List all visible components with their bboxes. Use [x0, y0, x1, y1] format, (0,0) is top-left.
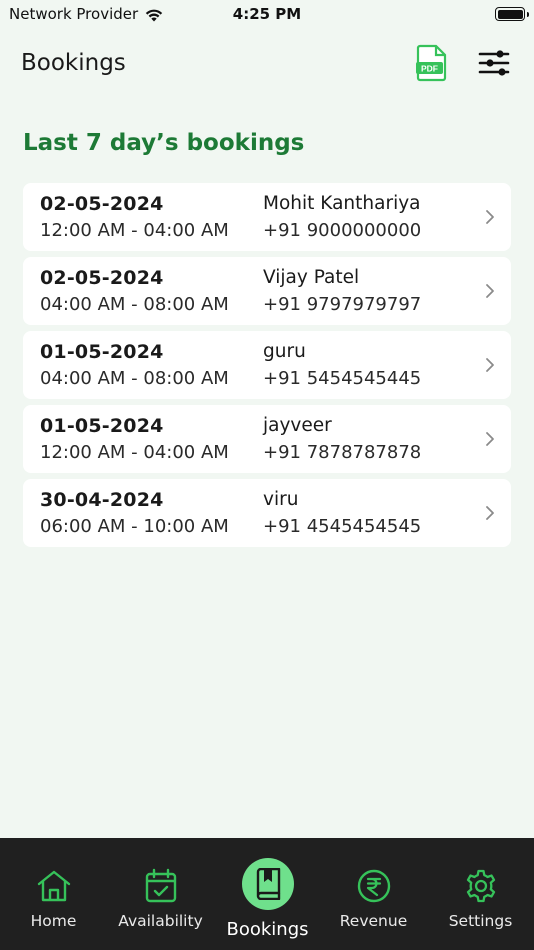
booking-time: 06:00 AM - 10:00 AM [40, 516, 229, 537]
customer-phone: +91 4545454545 [263, 516, 422, 537]
customer-name: guru [263, 341, 306, 362]
tab-settings[interactable]: Settings [427, 838, 534, 950]
calendar-check-icon [141, 866, 181, 906]
rupee-icon [354, 866, 394, 906]
booking-card[interactable]: 02-05-2024 12:00 AM - 04:00 AM Mohit Kan… [23, 183, 511, 251]
booking-date: 30-04-2024 [40, 489, 164, 511]
booking-card[interactable]: 02-05-2024 04:00 AM - 08:00 AM Vijay Pat… [23, 257, 511, 325]
export-pdf-button[interactable]: PDF [414, 44, 450, 82]
status-time: 4:25 PM [232, 5, 302, 23]
status-bar: Network Provider 4:25 PM [0, 0, 534, 28]
tab-label: Revenue [339, 912, 408, 930]
tab-availability[interactable]: Availability [107, 838, 214, 950]
filter-button[interactable] [476, 46, 512, 80]
customer-phone: +91 9000000000 [263, 220, 422, 241]
booking-date: 02-05-2024 [40, 267, 164, 289]
tab-label: Settings [448, 912, 513, 930]
customer-name: viru [263, 489, 299, 510]
tab-revenue[interactable]: Revenue [320, 838, 427, 950]
booking-card[interactable]: 01-05-2024 04:00 AM - 08:00 AM guru +91 … [23, 331, 511, 399]
booking-card[interactable]: 01-05-2024 12:00 AM - 04:00 AM jayveer +… [23, 405, 511, 473]
booking-time: 04:00 AM - 08:00 AM [40, 368, 229, 389]
pdf-file-icon: PDF [416, 44, 447, 82]
tab-label: Home [30, 912, 77, 930]
customer-phone: +91 5454545445 [263, 368, 422, 389]
booking-date: 02-05-2024 [40, 193, 164, 215]
pdf-icon-text: PDF [421, 64, 438, 74]
chevron-right-icon [486, 284, 494, 298]
booking-date: 01-05-2024 [40, 415, 164, 437]
tab-label: Bookings [226, 919, 309, 940]
chevron-right-icon [486, 506, 494, 520]
header: Bookings PDF [0, 40, 534, 86]
tab-home[interactable]: Home [0, 838, 107, 950]
home-icon [34, 866, 74, 906]
customer-name: Vijay Patel [263, 267, 360, 288]
tab-label: Availability [118, 912, 203, 930]
battery-icon [495, 7, 529, 21]
tab-bar: Home Availability Bookings Revenue Setti… [0, 838, 534, 950]
chevron-right-icon [486, 358, 494, 372]
tab-bookings[interactable]: Bookings [214, 838, 321, 950]
booking-time: 12:00 AM - 04:00 AM [40, 442, 229, 463]
sliders-icon [478, 50, 510, 76]
customer-name: Mohit Kanthariya [263, 193, 421, 214]
customer-phone: +91 7878787878 [263, 442, 422, 463]
customer-phone: +91 9797979797 [263, 294, 422, 315]
booking-list: 02-05-2024 12:00 AM - 04:00 AM Mohit Kan… [23, 183, 511, 553]
booking-date: 01-05-2024 [40, 341, 164, 363]
chevron-right-icon [486, 432, 494, 446]
booking-book-icon [241, 858, 294, 910]
booking-card[interactable]: 30-04-2024 06:00 AM - 10:00 AM viru +91 … [23, 479, 511, 547]
booking-time: 04:00 AM - 08:00 AM [40, 294, 229, 315]
customer-name: jayveer [263, 415, 332, 436]
section-title: Last 7 day’s bookings [23, 130, 305, 156]
booking-time: 12:00 AM - 04:00 AM [40, 220, 229, 241]
chevron-right-icon [486, 210, 494, 224]
gear-icon [461, 866, 501, 906]
page-title: Bookings [21, 50, 126, 76]
